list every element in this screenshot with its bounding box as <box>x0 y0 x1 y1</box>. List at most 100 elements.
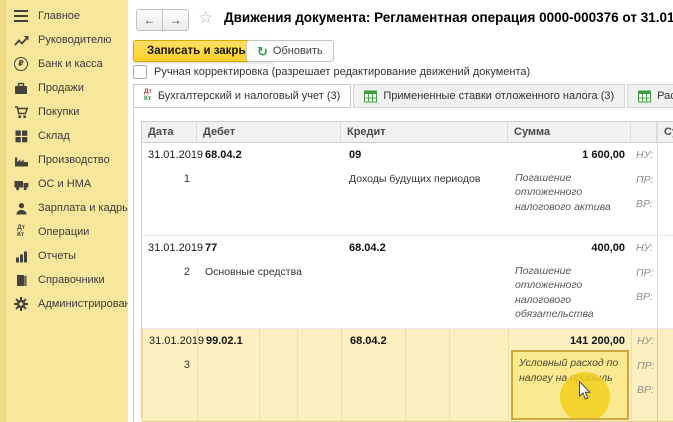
manual-adjustment-row: Ручная корректировка (разрешает редактир… <box>133 65 530 79</box>
sidebar-item-label: Покупки <box>38 106 79 118</box>
sidebar-item-bank-cash[interactable]: ₽ Банк и касса <box>6 52 128 76</box>
refresh-button[interactable]: ↻ Обновить <box>246 40 334 62</box>
row-number: 1 <box>184 173 190 185</box>
movements-table: Дата Дебет Кредит Сумма Су 31.01.2019 1 … <box>141 121 673 418</box>
cell-amount: 400,00 Погашение отложенного налогового … <box>508 236 631 328</box>
sidebar-item-label: Зарплата и кадры <box>38 202 130 214</box>
tab-label: Бухгалтерский и налоговый учет (3) <box>158 90 341 102</box>
gear-icon <box>13 297 29 312</box>
debit-account: 99.02.1 <box>206 335 243 347</box>
sidebar-item-sales[interactable]: Продажи <box>6 76 128 100</box>
tax-mark-nu: НУ: <box>636 149 653 161</box>
row-number: 3 <box>184 359 190 371</box>
pane-divider <box>133 110 134 422</box>
trend-chart-icon <box>13 33 29 48</box>
menu-icon <box>13 9 29 24</box>
back-button[interactable]: ← <box>136 9 163 31</box>
page-title: Движения документа: Регламентная операци… <box>224 10 673 25</box>
sidebar-item-purchases[interactable]: Покупки <box>6 100 128 124</box>
debit-account: 68.04.2 <box>205 149 242 161</box>
amount-value: 1 600,00 <box>582 149 625 161</box>
sidebar-item-label: Продажи <box>38 82 84 94</box>
tax-mark-pr: ПР: <box>637 360 654 372</box>
cell-taxmarks: НУ: ПР: ВР: <box>631 236 657 328</box>
sidebar-item-label: ОС и НМА <box>38 178 91 190</box>
dt-kt-icon: ДтКт <box>13 225 29 240</box>
sidebar-item-fixed-assets[interactable]: ОС и НМА <box>6 172 128 196</box>
sidebar-item-label: Производство <box>38 154 110 166</box>
tab-label: Примененные ставки отложенного налога (3… <box>383 90 614 102</box>
cell-credit: 68.04.2 <box>341 236 508 328</box>
sidebar-item-label: Операции <box>38 226 89 238</box>
truck-icon <box>13 177 29 192</box>
tax-mark-nu: НУ: <box>637 335 654 347</box>
cell-amount2 <box>657 236 673 328</box>
manual-adjustment-label: Ручная корректировка (разрешает редактир… <box>154 66 530 78</box>
shopping-cart-icon <box>13 105 29 120</box>
sidebar-item-operations[interactable]: ДтКт Операции <box>6 220 128 244</box>
cell-debit: 77 Основные средства <box>197 236 341 328</box>
column-header-credit[interactable]: Кредит <box>341 122 508 142</box>
person-icon <box>13 201 29 216</box>
debit-account: 77 <box>205 242 217 254</box>
tab-deferred-tax-calc[interactable]: Расчет отложенных налоговых акт <box>627 84 673 108</box>
amount-comment: Погашение отложенного налогового актива <box>515 171 615 214</box>
sidebar-item-label: Банк и касса <box>38 58 103 70</box>
sidebar-item-main[interactable]: Главное <box>6 4 128 28</box>
cell-date: 31.01.2019 1 <box>142 143 197 235</box>
table-row-selected[interactable]: 31.01.2019 3 99.02.1 68.04.2 141 200,00 … <box>142 329 673 422</box>
column-header-taxmarks[interactable] <box>631 122 657 142</box>
cell-debit: 99.02.1 <box>197 329 341 421</box>
tab-accounting-tax[interactable]: ДтКт Бухгалтерский и налоговый учет (3) <box>133 84 351 108</box>
tax-mark-pr: ПР: <box>636 174 653 186</box>
credit-account: 68.04.2 <box>349 242 386 254</box>
manual-adjustment-checkbox[interactable] <box>133 65 147 79</box>
mouse-cursor-icon <box>579 381 591 400</box>
row-date: 31.01.2019 <box>149 335 204 347</box>
cell-taxmarks: НУ: ПР: ВР: <box>631 329 657 421</box>
boxes-grid-icon <box>13 129 29 144</box>
cell-credit: 68.04.2 <box>341 329 508 421</box>
sidebar-item-directories[interactable]: Справочники <box>6 268 128 292</box>
sidebar-item-administration[interactable]: Администрирование <box>6 292 128 316</box>
amount-value: 400,00 <box>591 242 625 254</box>
sidebar-item-production[interactable]: Производство <box>6 148 128 172</box>
cell-amount2 <box>657 329 673 421</box>
selected-cell-amount-comment[interactable]: Условный расход по налогу на прибыль <box>511 350 629 420</box>
favorite-star-icon[interactable]: ☆ <box>198 8 213 28</box>
sidebar-item-manager[interactable]: Руководителю <box>6 28 128 52</box>
ruble-circle-icon: ₽ <box>13 57 29 72</box>
tab-label: Расчет отложенных налоговых акт <box>657 90 673 102</box>
row-number: 2 <box>184 266 190 278</box>
column-header-date[interactable]: Дата <box>142 122 197 142</box>
tax-mark-vr: ВР: <box>636 198 653 210</box>
cell-credit: 09 Доходы будущих периодов <box>341 143 508 235</box>
cell-amount: 141 200,00 Условный расход по налогу на … <box>508 329 631 421</box>
tax-mark-pr: ПР: <box>636 267 653 279</box>
table-row[interactable]: 31.01.2019 1 68.04.2 09 Доходы будущих п… <box>142 143 673 236</box>
dt-kt-icon: ДтКт <box>144 89 152 103</box>
sidebar-item-salary-hr[interactable]: Зарплата и кадры <box>6 196 128 220</box>
cell-amount2 <box>657 143 673 235</box>
sidebar-item-label: Руководителю <box>38 34 111 46</box>
briefcase-icon <box>13 81 29 96</box>
sidebar-item-label: Склад <box>38 130 70 142</box>
table-row[interactable]: 31.01.2019 2 77 Основные средства 68.04.… <box>142 236 673 329</box>
refresh-label: Обновить <box>273 45 323 57</box>
forward-button[interactable]: → <box>163 9 189 31</box>
column-header-debit[interactable]: Дебет <box>197 122 341 142</box>
credit-subconto: Доходы будущих периодов <box>349 173 480 185</box>
credit-account: 68.04.2 <box>350 335 387 347</box>
tab-deferred-tax-rates[interactable]: Примененные ставки отложенного налога (3… <box>353 84 625 108</box>
sidebar-item-warehouse[interactable]: Склад <box>6 124 128 148</box>
app-window: Главное Руководителю ₽ Банк и касса Прод… <box>0 0 673 422</box>
credit-account: 09 <box>349 149 361 161</box>
sidebar-item-reports[interactable]: Отчеты <box>6 244 128 268</box>
column-header-amount[interactable]: Сумма <box>508 122 631 142</box>
amount-value: 141 200,00 <box>570 335 625 347</box>
bar-chart-icon <box>13 249 29 264</box>
column-header-amount2[interactable]: Су <box>657 122 673 142</box>
cell-taxmarks: НУ: ПР: ВР: <box>631 143 657 235</box>
nav-buttons: ← → <box>136 9 189 31</box>
main-area: ← → ☆ Движения документа: Регламентная о… <box>128 0 673 422</box>
